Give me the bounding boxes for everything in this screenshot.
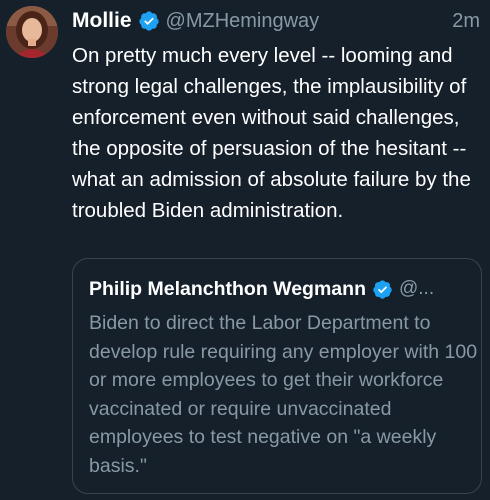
tweet-timestamp[interactable]: 2m [452, 10, 480, 33]
verified-badge-icon [372, 279, 393, 300]
tweet-text: On pretty much every level -- looming an… [72, 44, 471, 222]
author-name[interactable]: Mollie [72, 9, 132, 33]
quoted-author-name: Philip Melanchthon Wegmann [89, 277, 366, 300]
avatar[interactable] [6, 6, 58, 58]
quoted-author-handle: @... [398, 278, 435, 299]
verified-badge-icon [138, 10, 160, 32]
avatar-image [6, 6, 58, 58]
tweet[interactable]: Mollie @MZHemingway 2m On pretty much ev… [0, 0, 490, 500]
quoted-tweet-text: Biden to direct the Labor Department to … [89, 312, 478, 477]
quoted-tweet-card[interactable]: Philip Melanchthon Wegmann @... Biden to… [72, 258, 482, 494]
tweet-header: Mollie @MZHemingway 2m [72, 6, 480, 36]
author-handle[interactable]: @MZHemingway [166, 10, 320, 33]
quoted-tweet-header: Philip Melanchthon Wegmann @... [89, 275, 473, 303]
